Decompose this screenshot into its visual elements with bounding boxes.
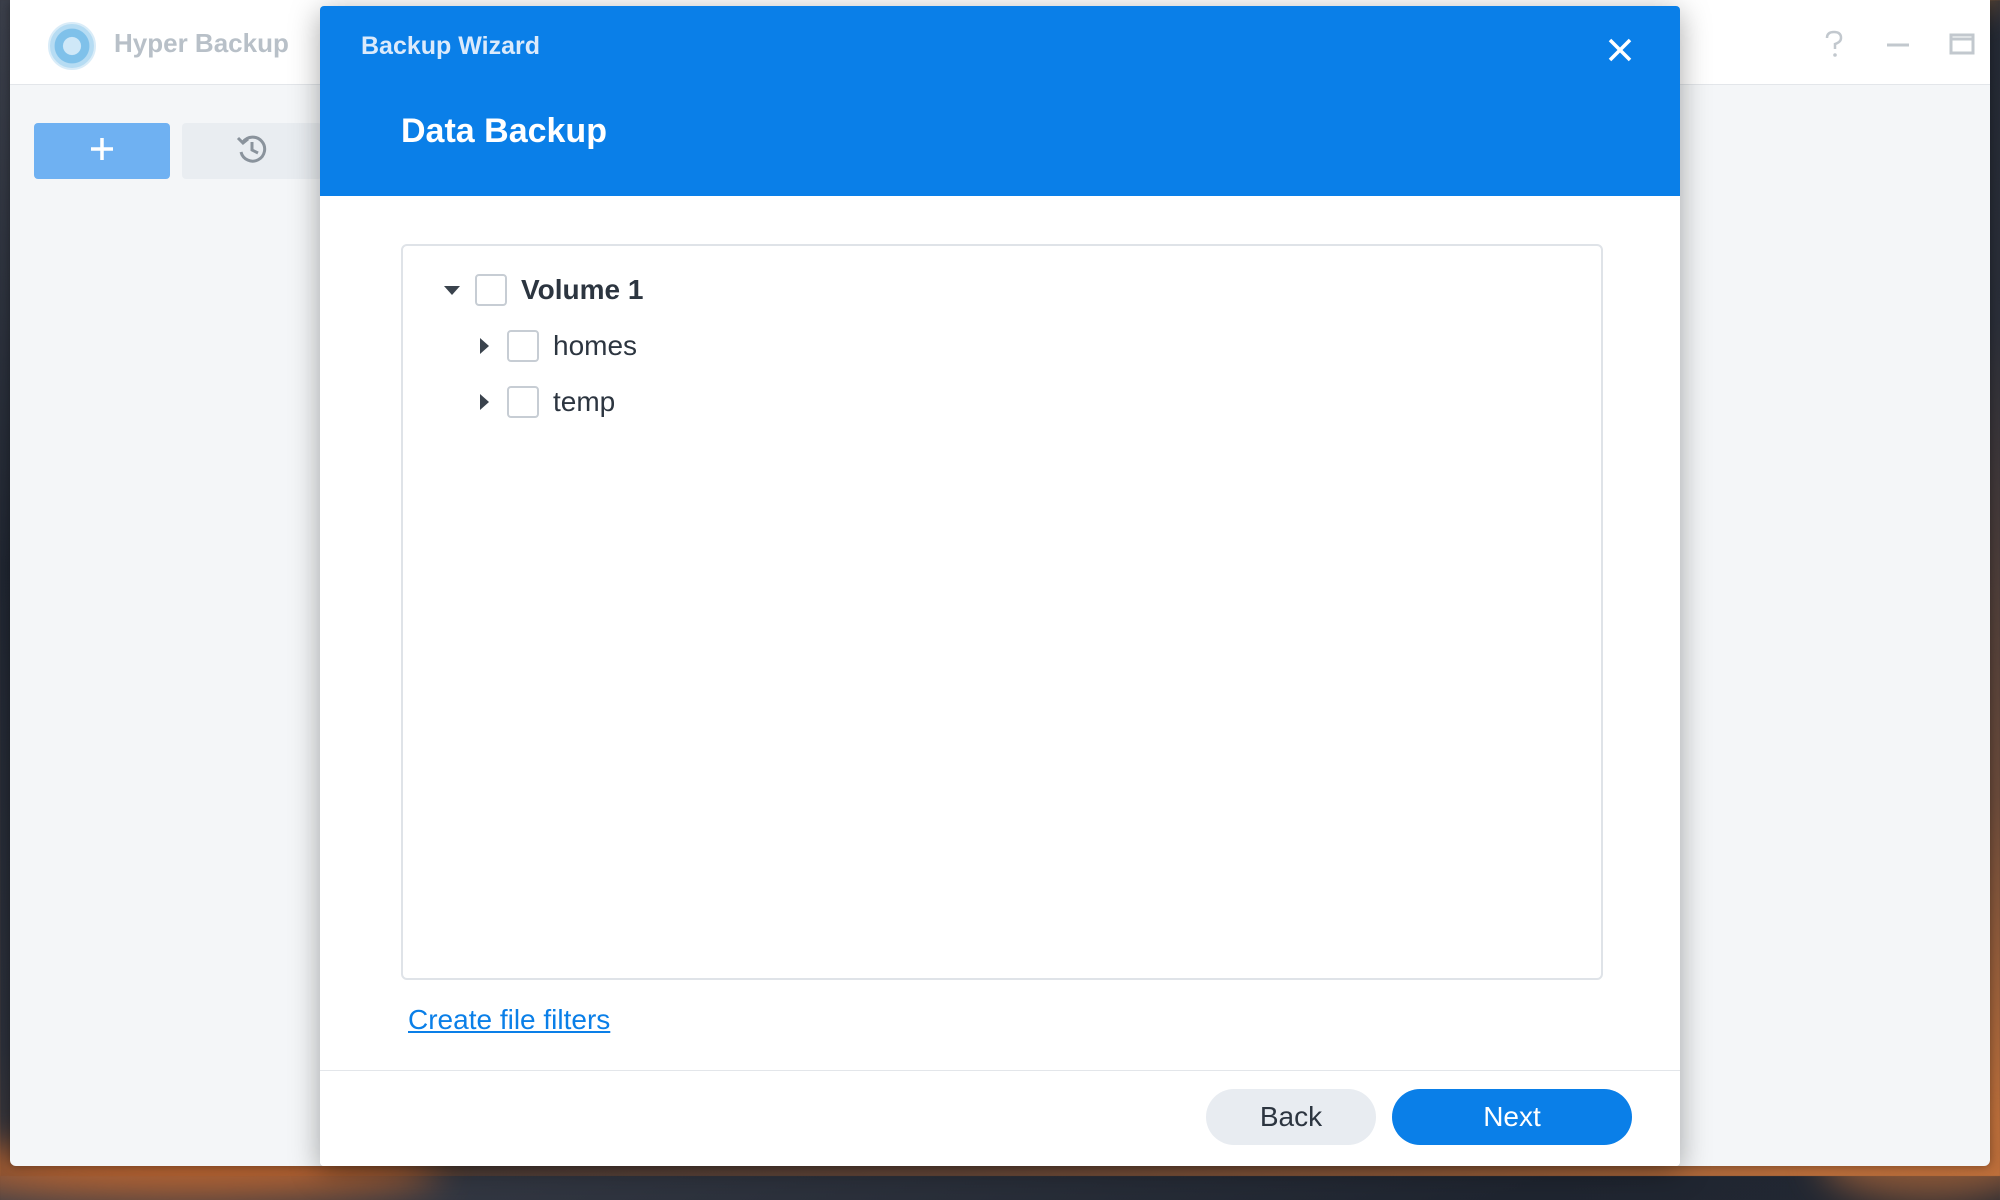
- tree-node-label: Volume 1: [521, 274, 644, 305]
- tree-node-temp[interactable]: temp: [473, 382, 615, 422]
- close-icon[interactable]: [1602, 32, 1638, 68]
- wizard-header: Backup Wizard Data Backup: [320, 6, 1680, 196]
- app-title: Hyper Backup: [114, 28, 289, 58]
- add-task-button[interactable]: [34, 123, 170, 179]
- caret-down-icon[interactable]: [441, 279, 463, 301]
- create-file-filters-link[interactable]: Create file filters: [408, 1004, 610, 1036]
- minimize-icon[interactable]: [1880, 26, 1916, 62]
- caret-right-icon[interactable]: [473, 391, 495, 413]
- history-icon: [235, 132, 269, 171]
- help-icon[interactable]: [1816, 26, 1852, 62]
- history-button[interactable]: [182, 123, 322, 179]
- tree-checkbox[interactable]: [507, 386, 539, 418]
- tree-node-volume-1[interactable]: Volume 1: [441, 270, 643, 310]
- next-button[interactable]: Next: [1392, 1089, 1632, 1145]
- back-button[interactable]: Back: [1206, 1089, 1376, 1145]
- wizard-footer: Back Next: [320, 1070, 1680, 1166]
- tree-node-label: temp: [553, 386, 616, 417]
- caret-right-icon[interactable]: [473, 335, 495, 357]
- tree-node-homes[interactable]: homes: [473, 326, 637, 366]
- step-title: Data Backup: [401, 112, 607, 150]
- folder-tree: Volume 1 homes temp: [401, 244, 1603, 980]
- wizard-title: Backup Wizard: [361, 32, 540, 60]
- tree-node-label: homes: [553, 330, 638, 361]
- plus-icon: [88, 135, 116, 168]
- maximize-icon[interactable]: [1944, 26, 1980, 62]
- tree-checkbox[interactable]: [475, 274, 507, 306]
- backup-wizard-dialog: Backup Wizard Data Backup Volume 1 homes: [320, 6, 1680, 1166]
- tree-checkbox[interactable]: [507, 330, 539, 362]
- hyper-backup-logo-icon: [48, 22, 96, 70]
